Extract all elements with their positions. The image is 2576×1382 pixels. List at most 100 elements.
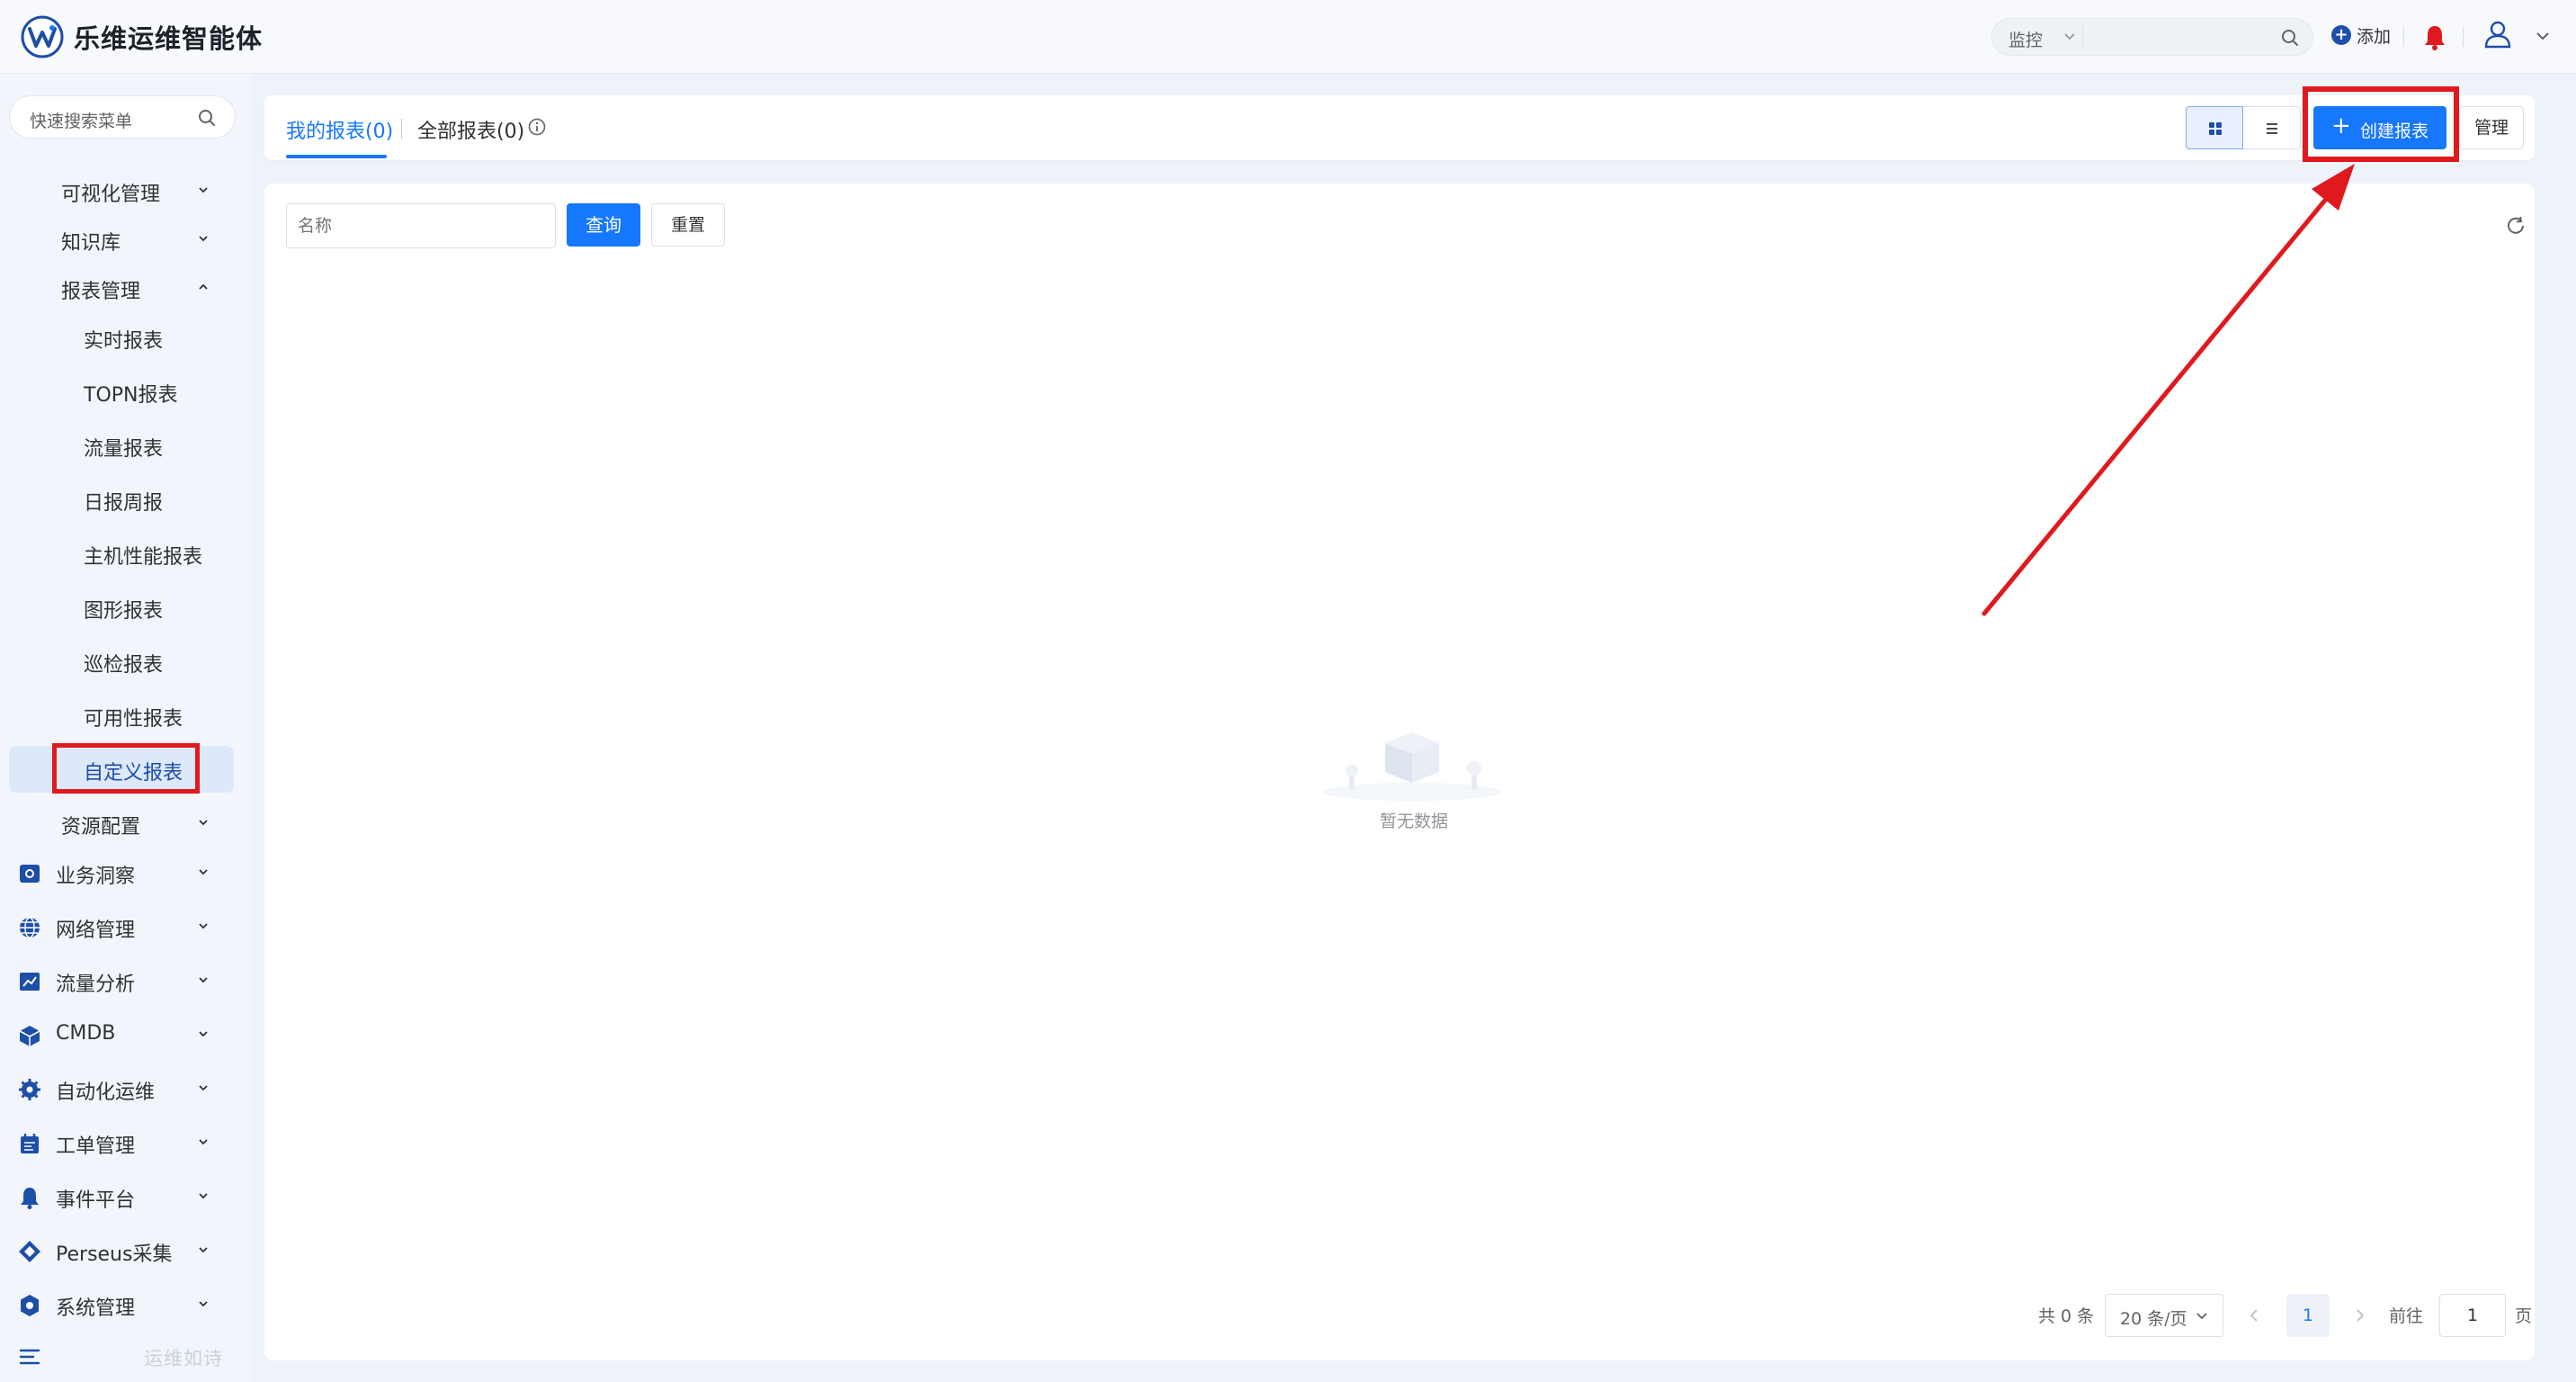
- sidebar-item-inspection-report[interactable]: 巡检报表: [0, 636, 252, 687]
- sidebar-item-label: 自动化运维: [56, 1081, 156, 1104]
- page-number-current[interactable]: 1: [2286, 1294, 2330, 1337]
- sidebar-item-system-management[interactable]: 系统管理: [0, 1279, 252, 1330]
- search-icon[interactable]: [197, 108, 217, 128]
- sidebar-item-topn-report[interactable]: TOPN报表: [0, 366, 252, 417]
- refresh-icon[interactable]: [2504, 214, 2527, 238]
- empty-state-text: 暂无数据: [1379, 812, 1448, 831]
- sidebar-item-label: 业务洞察: [56, 866, 136, 888]
- footer-motto: 运维如诗: [144, 1348, 223, 1369]
- search-icon[interactable]: [2280, 28, 2300, 48]
- sidebar-item-perseus-collect[interactable]: Perseus采集: [0, 1225, 252, 1276]
- sidebar-item-label: TOPN报表: [84, 384, 178, 407]
- sidebar-item-label: 资源配置: [61, 816, 141, 839]
- chevron-down-icon: [199, 1085, 208, 1091]
- page-size-select[interactable]: 20 条/页: [2105, 1294, 2223, 1337]
- sidebar-item-ticket-management[interactable]: 工单管理: [0, 1117, 252, 1168]
- list-view-button[interactable]: [2243, 106, 2301, 149]
- goto-label: 前往: [2389, 1306, 2424, 1326]
- highlight-box: [52, 743, 200, 794]
- sidebar-item-label: 可视化管理: [61, 184, 161, 206]
- info-icon[interactable]: [527, 117, 547, 137]
- chevron-down-icon: [199, 869, 208, 875]
- sidebar-item-traffic-report[interactable]: 流量报表: [0, 420, 252, 471]
- bell-icon[interactable]: [2423, 23, 2446, 50]
- query-button[interactable]: 查询: [567, 203, 640, 247]
- empty-box-icon: [1322, 732, 1502, 801]
- globe-icon: [20, 917, 40, 938]
- tab-my-reports[interactable]: 我的报表(0): [286, 115, 393, 144]
- tab-all-reports[interactable]: 全部报表(0): [417, 115, 524, 144]
- global-search[interactable]: 监控: [1991, 18, 2313, 56]
- divider: [2463, 27, 2464, 47]
- diamond-icon: [19, 1241, 40, 1262]
- goto-page-input[interactable]: 1: [2439, 1294, 2506, 1337]
- sidebar-item-resource-config[interactable]: 资源配置: [0, 798, 252, 848]
- name-filter-input[interactable]: [286, 203, 556, 248]
- chevron-down-icon: [2196, 1313, 2207, 1320]
- bell-icon: [21, 1188, 39, 1209]
- sidebar-item-label: 实时报表: [84, 330, 164, 353]
- sidebar-item-availability-report[interactable]: 可用性报表: [0, 690, 252, 740]
- divider: [401, 119, 402, 139]
- list-icon: [2267, 123, 2277, 134]
- cube-icon: [19, 1026, 40, 1046]
- sidebar-item-label: 图形报表: [84, 600, 164, 623]
- chevron-down-icon[interactable]: [2061, 27, 2079, 45]
- sidebar-item-label: 网络管理: [56, 920, 136, 942]
- chevron-down-icon: [199, 923, 208, 929]
- chevron-down-icon: [199, 1193, 208, 1199]
- sidebar-item-host-performance-report[interactable]: 主机性能报表: [0, 528, 252, 579]
- sidebar-item-label: 主机性能报表: [84, 546, 203, 569]
- chevron-down-icon: [199, 1301, 208, 1307]
- sidebar-item-label: 事件平台: [56, 1189, 136, 1212]
- sidebar-item-label: 报表管理: [61, 281, 141, 303]
- user-icon[interactable]: [2484, 20, 2511, 49]
- sidebar-item-daily-weekly-report[interactable]: 日报周报: [0, 474, 252, 525]
- page-size-value: 20 条/页: [2120, 1309, 2187, 1329]
- sidebar-item-traffic-analysis[interactable]: 流量分析: [0, 956, 252, 1006]
- sidebar-item-cmdb[interactable]: CMDB: [0, 1010, 252, 1060]
- sidebar-item-visualization[interactable]: 可视化管理: [0, 166, 252, 216]
- sidebar-item-label: 知识库: [61, 232, 121, 255]
- sidebar-item-label: 可用性报表: [84, 708, 183, 731]
- sidebar-item-label: 日报周报: [84, 492, 164, 515]
- divider: [2403, 27, 2404, 47]
- traffic-chart-icon: [20, 973, 40, 991]
- gear-icon: [19, 1079, 40, 1100]
- sidebar-item-realtime-report[interactable]: 实时报表: [0, 312, 252, 363]
- top-bar: 乐维运维智能体 监控 + 添加: [0, 0, 2576, 74]
- chevron-right-icon[interactable]: [2349, 1305, 2371, 1326]
- search-scope-select[interactable]: 监控: [2008, 27, 2043, 51]
- manage-button[interactable]: 管理: [2459, 106, 2524, 149]
- grid-view-button[interactable]: [2186, 106, 2243, 149]
- collapse-menu-icon[interactable]: [18, 1346, 41, 1368]
- reset-button[interactable]: 重置: [651, 203, 725, 247]
- chevron-left-icon[interactable]: [2243, 1305, 2265, 1326]
- chevron-down-icon: [199, 820, 208, 826]
- grid-icon: [2209, 122, 2222, 135]
- active-tab-indicator: [286, 155, 387, 158]
- sidebar-item-business-insight[interactable]: 业务洞察: [0, 848, 252, 898]
- plus-circle-icon: +: [2331, 25, 2351, 45]
- sidebar-item-label: CMDB: [56, 1022, 116, 1045]
- sidebar-item-knowledge-base[interactable]: 知识库: [0, 214, 252, 265]
- chevron-down-icon: [199, 977, 208, 983]
- menu-search-input[interactable]: 快速搜索菜单: [9, 95, 236, 139]
- pagination-total: 共 0 条: [2038, 1306, 2095, 1326]
- sidebar-item-label: Perseus采集: [56, 1243, 173, 1266]
- sidebar-item-graph-report[interactable]: 图形报表: [0, 582, 252, 633]
- chevron-down-icon: [199, 1139, 208, 1145]
- menu-search-placeholder: 快速搜索菜单: [30, 112, 133, 131]
- sidebar-item-automation-ops[interactable]: 自动化运维: [0, 1063, 252, 1114]
- sidebar-item-event-platform[interactable]: 事件平台: [0, 1171, 252, 1222]
- sidebar-item-network-management[interactable]: 网络管理: [0, 902, 252, 952]
- chevron-down-icon: [199, 1031, 208, 1037]
- sidebar-item-label: 巡检报表: [84, 654, 164, 677]
- logo-icon[interactable]: [20, 14, 65, 59]
- chevron-down-icon[interactable]: [2533, 27, 2553, 45]
- sidebar-item-report-management[interactable]: 报表管理: [0, 263, 252, 313]
- sidebar-item-label: 流量报表: [84, 438, 164, 461]
- sidebar-item-label: 工单管理: [56, 1135, 136, 1158]
- business-insight-icon: [20, 865, 40, 883]
- report-list-panel: 查询 重置 暂无数据 共 0 条 20 条/页 1 前往 1 页: [264, 184, 2535, 1360]
